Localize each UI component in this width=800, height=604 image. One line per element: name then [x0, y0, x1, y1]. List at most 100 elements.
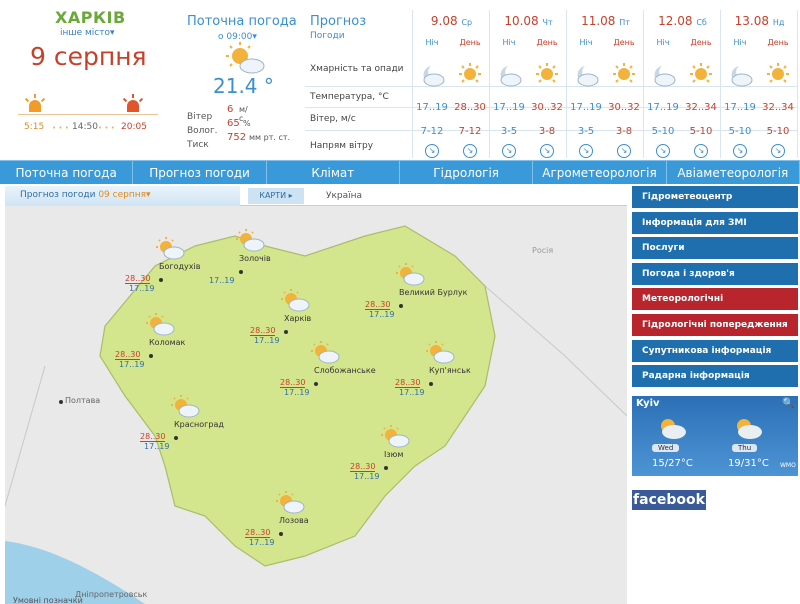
- nav-item-2[interactable]: Клімат: [267, 161, 400, 184]
- city-low: 17..19: [144, 442, 170, 451]
- kyiv-day2: Thu: [732, 444, 758, 452]
- partly-cloudy-icon: [226, 42, 265, 74]
- nav-item-3[interactable]: Гідрологія: [400, 161, 534, 184]
- wind-direction-icon: ↘: [617, 144, 631, 158]
- sidebar-item-4[interactable]: Метеорологічні попередження: [632, 288, 798, 326]
- wind-row-label: Вітер, м/с: [310, 114, 356, 124]
- kyiv-weather-widget[interactable]: Kyiv 🔍 Wed Thu 15/27°C 19/31°C WMO: [632, 396, 798, 476]
- night-wind: 7-12: [420, 126, 444, 137]
- wind-direction-icon: ↘: [425, 144, 439, 158]
- map-label-poltava: Полтава: [65, 396, 101, 405]
- city-name[interactable]: Коломак: [149, 338, 185, 347]
- tab-forecast-label[interactable]: Прогноз погоди: [20, 190, 95, 200]
- sidebar-item-3[interactable]: Погода і здоров'я: [632, 262, 798, 285]
- sidebar-item-1[interactable]: Інформація для ЗМІ: [632, 211, 798, 234]
- wind-direction-icon: ↘: [771, 144, 785, 158]
- wind-direction-icon: ↘: [502, 144, 516, 158]
- night-cloud-moon-icon: [727, 62, 753, 87]
- nav-item-0[interactable]: Поточна погода: [0, 161, 134, 184]
- city-name[interactable]: Харків: [284, 314, 311, 323]
- current-weather-title: Поточна погода: [187, 14, 297, 29]
- sunset-icon: [122, 94, 144, 112]
- region-map-svg: [5, 225, 627, 604]
- main-nav: Поточна погода Прогноз погоди Клімат Гідрол…: [0, 160, 800, 184]
- city-high: 28..30: [395, 378, 421, 388]
- forecast-day-4: 13.08 Нд Ніч День 17..19 32..34 5-10 5-1…: [721, 10, 798, 158]
- city-low: 17..19: [209, 276, 235, 285]
- sidebar-item-6[interactable]: Супутникова інформація: [632, 339, 798, 362]
- clouds-row-label: Хмарність та опади: [310, 64, 404, 74]
- wind-direction-icon: ↘: [579, 144, 593, 158]
- dots-right: • • •: [98, 124, 115, 132]
- pressure-value: 752: [227, 132, 247, 143]
- city-high: 28..30: [280, 378, 306, 388]
- sidebar-item-2[interactable]: Послуги: [632, 237, 798, 260]
- pressure-row: Тиск 752 мм рт. ст.: [187, 132, 307, 151]
- kyiv-temp2: 19/31°C: [728, 458, 769, 469]
- kyiv-temp1: 15/27°C: [652, 458, 693, 469]
- sunset-time: 20:05: [121, 122, 147, 132]
- day-temp: 28..30: [454, 102, 486, 113]
- night-wind: 5-10: [728, 126, 752, 137]
- city-low: 17..19: [399, 388, 425, 397]
- tab-maps[interactable]: КАРТИ ▸: [248, 188, 304, 204]
- day-wind: 3-8: [538, 126, 556, 137]
- pressure-label: Тиск: [187, 140, 209, 150]
- city-low: 17..19: [249, 538, 275, 547]
- other-city-link[interactable]: інше місто▾: [60, 28, 115, 38]
- city-name[interactable]: Золочів: [239, 254, 271, 263]
- city-high: 28..30: [250, 326, 276, 336]
- day-wind: 3-8: [615, 126, 633, 137]
- day-temp: 32..34: [762, 102, 794, 113]
- forecast-day-2: 11.08 Пт Ніч День 17..19 30..32 3-5 3-8 …: [567, 10, 644, 158]
- temp-row-label: Температура, °C: [310, 92, 389, 102]
- nav-item-1[interactable]: Прогноз погоди: [133, 161, 267, 184]
- search-icon[interactable]: 🔍: [782, 398, 794, 409]
- dir-row-label: Напрям вітру: [310, 141, 374, 151]
- forecast-day-1: 10.08 Чт Ніч День 17..19 30..32 3-5 3-8 …: [490, 10, 567, 158]
- sunrise-time: 5:15: [24, 122, 45, 132]
- day-wind: 5-10: [766, 126, 790, 137]
- sidebar-item-7[interactable]: Радарна інформація: [632, 365, 798, 388]
- city-name[interactable]: Богодухів: [159, 262, 200, 271]
- sun-icon: [457, 62, 481, 86]
- night-cloud-moon-icon: [573, 62, 599, 87]
- nav-item-5[interactable]: Авіаметеорологія: [667, 161, 800, 184]
- other-city-label[interactable]: інше місто: [60, 28, 110, 38]
- sidebar-item-0[interactable]: Гідрометеоцентр: [632, 186, 798, 208]
- city-low: 17..19: [119, 360, 145, 369]
- map-legend-link[interactable]: Умовні позначки: [13, 596, 83, 604]
- city-high: 28..30: [140, 432, 166, 442]
- dots-left: • • •: [52, 124, 69, 132]
- night-temp: 17..19: [493, 102, 525, 113]
- nav-item-4[interactable]: Агрометеорологія: [533, 161, 667, 184]
- night-cloud-moon-icon: [650, 62, 676, 87]
- night-wind: 3-5: [577, 126, 595, 137]
- day-wind: 7-12: [458, 126, 482, 137]
- city-name[interactable]: Красноград: [174, 420, 224, 429]
- day-temp: 30..32: [531, 102, 563, 113]
- city-name[interactable]: Ізюм: [384, 450, 403, 459]
- facebook-button[interactable]: facebook: [632, 490, 706, 510]
- tab-maps-label[interactable]: КАРТИ: [259, 191, 286, 200]
- night-temp: 17..19: [416, 102, 448, 113]
- wind-value: 6: [227, 104, 234, 115]
- wind-direction-icon: ↘: [463, 144, 477, 158]
- tab-forecast-date[interactable]: 09 серпня: [98, 190, 146, 200]
- map-label-russia: Росія: [532, 246, 554, 255]
- city-name[interactable]: Лозова: [279, 516, 309, 525]
- night-temp: 17..19: [647, 102, 679, 113]
- tab-forecast[interactable]: Прогноз погоди 09 серпня▾: [5, 186, 240, 206]
- tab-ukraine[interactable]: Україна: [304, 186, 384, 206]
- city-high: 28..30: [245, 528, 271, 538]
- sidebar-item-5[interactable]: Гідрологічні попередження: [632, 314, 798, 336]
- city-name[interactable]: Великий Бурлук: [399, 288, 467, 297]
- city-name[interactable]: Слобожанське: [314, 366, 376, 375]
- sun-icon: [765, 62, 789, 86]
- forecast-subtitle: Погоди: [310, 31, 345, 41]
- partly-cloudy-icon: [737, 419, 762, 439]
- current-temperature: 21.4 °: [213, 74, 274, 98]
- city-name[interactable]: Куп'янськ: [429, 366, 471, 375]
- night-cloud-moon-icon: [419, 62, 445, 87]
- forecast-day-0: 9.08 Ср Ніч День 17..19 28..30 7-12 7-12…: [413, 10, 490, 158]
